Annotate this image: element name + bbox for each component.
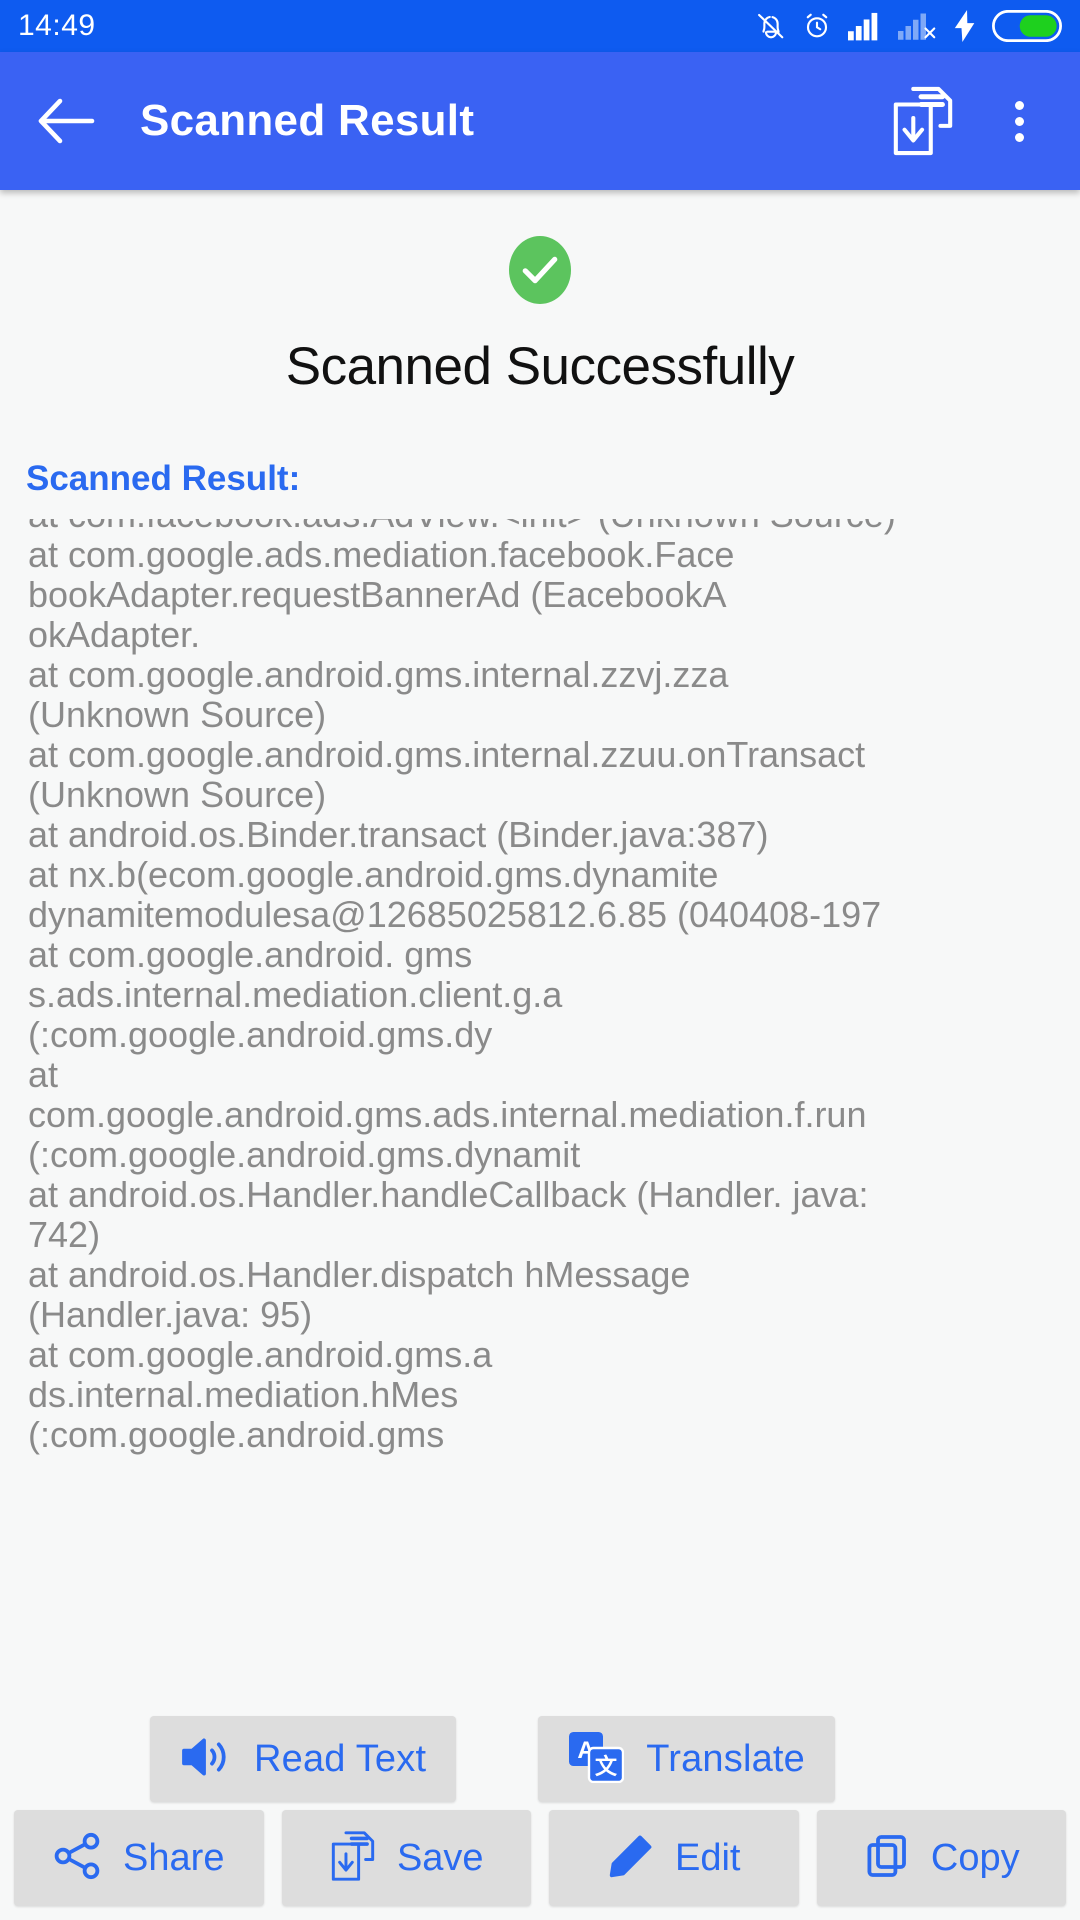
back-button[interactable] [34, 89, 98, 153]
overflow-dot [1014, 116, 1024, 126]
bell-muted-icon [756, 10, 786, 42]
signal-no-service-icon [898, 11, 938, 41]
translate-label: Translate [646, 1737, 806, 1780]
save-document-icon [329, 1830, 377, 1887]
battery-icon [992, 10, 1062, 42]
share-label: Share [123, 1836, 225, 1879]
translate-button[interactable]: A 文 Translate [538, 1716, 836, 1802]
bottom-action-bar: Share Save Edit Copy [0, 1810, 1080, 1906]
read-text-label: Read Text [254, 1737, 427, 1780]
success-block: Scanned Successfully [0, 190, 1080, 397]
app-bar: Scanned Result [0, 52, 1080, 190]
page-title: Scanned Result [140, 96, 475, 145]
more-options-button[interactable] [998, 86, 1046, 156]
save-button[interactable]: Save [281, 1810, 531, 1906]
scanned-result-text[interactable]: at com.facebook.ads.AdView.<init> (Unkno… [28, 519, 1056, 1455]
edit-label: Edit [675, 1836, 741, 1879]
status-bar-icons [756, 10, 1062, 42]
floating-action-row: Read Text A 文 Translate [0, 1716, 1080, 1802]
read-text-button[interactable]: Read Text [150, 1716, 457, 1802]
signal-full-icon [848, 11, 882, 41]
check-circle-icon [509, 236, 571, 304]
success-title: Scanned Successfully [285, 337, 795, 396]
speaker-volume-icon [180, 1734, 232, 1785]
save-document-icon[interactable] [890, 86, 956, 156]
charging-bolt-icon [954, 10, 976, 42]
copy-icon [863, 1832, 911, 1885]
scanned-result-label: Scanned Result: [26, 459, 301, 498]
edit-button[interactable]: Edit [549, 1810, 799, 1906]
share-icon [53, 1832, 103, 1885]
save-label: Save [396, 1836, 484, 1879]
svg-text:文: 文 [595, 1754, 618, 1779]
alarm-icon [802, 10, 832, 42]
content-area: Scanned Successfully Scanned Result: at … [0, 190, 1080, 1920]
overflow-dot [1014, 132, 1024, 142]
share-button[interactable]: Share [14, 1810, 264, 1906]
app-bar-actions [890, 86, 1046, 156]
copy-label: Copy [930, 1836, 1020, 1879]
pencil-icon [607, 1832, 655, 1885]
overflow-dot [1014, 100, 1024, 110]
translate-icon: A 文 [568, 1731, 625, 1788]
status-bar: 14:49 [0, 0, 1080, 52]
copy-button[interactable]: Copy [816, 1810, 1066, 1906]
scanned-result-scroll[interactable]: at com.facebook.ads.AdView.<init> (Unkno… [0, 519, 1080, 1559]
status-bar-clock: 14:49 [18, 9, 96, 42]
